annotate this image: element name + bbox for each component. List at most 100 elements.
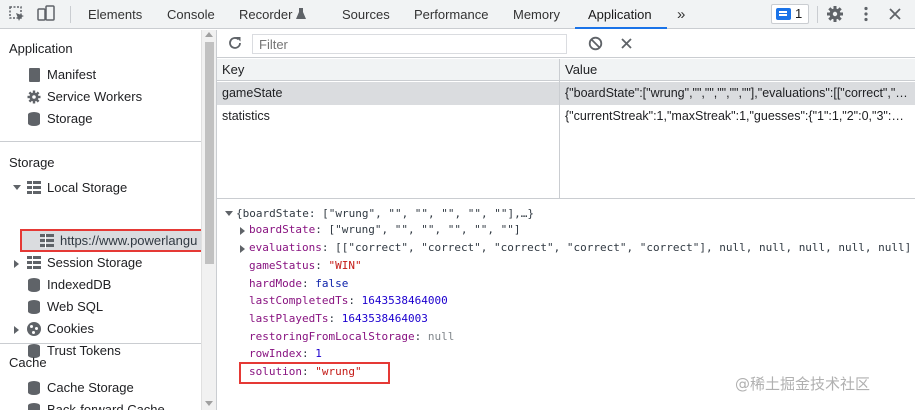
sidebar-item-label: Service Workers <box>47 89 143 104</box>
section-title-application: Application <box>9 41 73 56</box>
property-key: hardMode <box>249 277 302 290</box>
property-hardmode: hardMode: false <box>249 277 349 290</box>
tab-recorder[interactable]: Recorder <box>239 0 306 29</box>
property-key: lastCompletedTs <box>249 294 349 307</box>
tab-application[interactable]: Application <box>588 0 652 29</box>
column-header-value[interactable]: Value <box>560 59 915 81</box>
sidebar-item-label: Manifest <box>47 67 97 82</box>
toolbar-divider <box>817 6 818 23</box>
column-header-key[interactable]: Key <box>217 59 559 81</box>
property-lastplayedts: lastPlayedTs: 1643538464003 <box>249 312 428 325</box>
property-restoring: restoringFromLocalStorage: null <box>249 330 455 343</box>
cell-value: {"boardState":["wrung","","","","",""],"… <box>565 86 910 100</box>
devtools-tab-bar: Elements Console Recorder Sources Perfor… <box>0 0 915 29</box>
tab-performance[interactable]: Performance <box>414 0 488 29</box>
sidebar-item-label: Local Storage <box>47 180 128 195</box>
highlight-box-origin <box>20 229 201 252</box>
expand-arrow-icon[interactable] <box>240 227 245 235</box>
property-value: 1643538464003 <box>341 312 428 325</box>
expand-arrow-icon[interactable] <box>14 326 19 334</box>
property-key: evaluations <box>249 241 322 254</box>
sidebar-item-label: Session Storage <box>47 255 143 270</box>
sidebar-item-label: Storage <box>47 111 93 126</box>
section-divider <box>0 141 201 142</box>
tab-elements[interactable]: Elements <box>88 0 142 29</box>
toolbar-divider <box>70 6 71 23</box>
flask-icon <box>296 8 306 19</box>
property-value: ["wrung", "", "", "", "", ""] <box>328 223 521 236</box>
property-value: [["correct", "correct", "correct", "corr… <box>335 241 912 254</box>
property-key: rowIndex <box>249 347 302 360</box>
database-icon <box>28 278 40 292</box>
storage-toolbar <box>217 30 915 58</box>
scroll-up-arrow-icon[interactable] <box>205 32 213 37</box>
cell-key: statistics <box>222 109 270 123</box>
tab-recorder-label: Recorder <box>239 7 293 22</box>
scrollbar-thumb[interactable] <box>205 42 214 264</box>
property-key: boardState <box>249 223 316 236</box>
section-divider <box>0 343 201 344</box>
database-icon <box>28 403 40 410</box>
property-key: restoringFromLocalStorage <box>249 330 415 343</box>
highlight-box-solution <box>239 362 390 384</box>
sidebar-item-label: Cache Storage <box>47 380 134 395</box>
section-title-storage: Storage <box>9 155 55 170</box>
clear-all-icon[interactable] <box>588 36 603 51</box>
property-key: lastPlayedTs <box>249 312 329 325</box>
refresh-icon[interactable] <box>227 35 243 51</box>
expand-arrow-icon[interactable] <box>240 245 245 253</box>
sidebar-item-label: IndexedDB <box>47 277 112 292</box>
issues-button[interactable]: 1 <box>771 4 809 24</box>
property-rowindex: rowIndex: 1 <box>249 347 322 360</box>
local-storage-table: Key Value gameState {"boardState":["wrun… <box>217 59 915 199</box>
gear-icon <box>27 90 41 104</box>
gear-icon[interactable] <box>826 5 844 23</box>
issues-count: 1 <box>795 6 803 21</box>
cookie-icon <box>27 322 41 336</box>
expand-arrow-icon[interactable] <box>225 211 233 216</box>
application-sidebar: Application Manifest Service Workers Sto… <box>0 30 201 410</box>
property-value: null <box>427 330 455 343</box>
table-row[interactable]: statistics {"currentStreak":1,"maxStreak… <box>217 105 915 128</box>
device-toolbar-icon[interactable] <box>37 5 55 23</box>
sidebar-scrollbar[interactable] <box>201 30 216 410</box>
property-boardstate[interactable]: boardState: ["wrung", "", "", "", "", ""… <box>249 221 521 239</box>
table-row[interactable]: gameState {"boardState":["wrung","","","… <box>217 82 915 105</box>
active-tab-indicator <box>575 27 667 29</box>
table-icon <box>27 256 41 270</box>
watermark: @稀土掘金技术社区 <box>735 375 871 393</box>
close-icon[interactable] <box>886 5 904 23</box>
expand-arrow-icon[interactable] <box>14 260 19 268</box>
more-tabs-button[interactable]: » <box>677 0 685 29</box>
database-icon <box>28 112 40 126</box>
scroll-down-arrow-icon[interactable] <box>205 401 213 406</box>
sidebar-item-label: Web SQL <box>47 299 104 314</box>
section-title-cache: Cache <box>9 355 47 370</box>
property-key: gameStatus <box>249 259 316 272</box>
database-icon <box>28 300 40 314</box>
property-evaluations[interactable]: evaluations: [["correct", "correct", "co… <box>249 239 911 257</box>
delete-selected-icon[interactable] <box>619 36 634 51</box>
property-gamestatus: gameStatus: "WIN" <box>249 259 362 272</box>
sidebar-item-label: Cookies <box>47 321 94 336</box>
cell-value: {"currentStreak":1,"maxStreak":1,"guesse… <box>565 109 910 123</box>
tab-memory[interactable]: Memory <box>513 0 560 29</box>
tab-sources[interactable]: Sources <box>342 0 390 29</box>
cell-key: gameState <box>222 86 283 100</box>
property-value: 1643538464000 <box>361 294 448 307</box>
filter-input[interactable] <box>252 34 567 54</box>
property-lastcompletedts: lastCompletedTs: 1643538464000 <box>249 294 448 307</box>
property-value: false <box>315 277 349 290</box>
property-value: "WIN" <box>328 259 362 272</box>
expand-arrow-icon[interactable] <box>13 185 21 190</box>
document-icon <box>29 68 40 82</box>
more-options-icon[interactable] <box>857 5 875 23</box>
database-icon <box>28 381 40 395</box>
tab-console[interactable]: Console <box>167 0 215 29</box>
issues-icon <box>776 8 791 20</box>
sidebar-item-label: Back-forward Cache <box>47 402 165 410</box>
column-divider <box>559 59 560 199</box>
table-icon <box>27 181 41 195</box>
inspect-element-icon[interactable] <box>8 5 26 23</box>
property-value: 1 <box>315 347 322 360</box>
